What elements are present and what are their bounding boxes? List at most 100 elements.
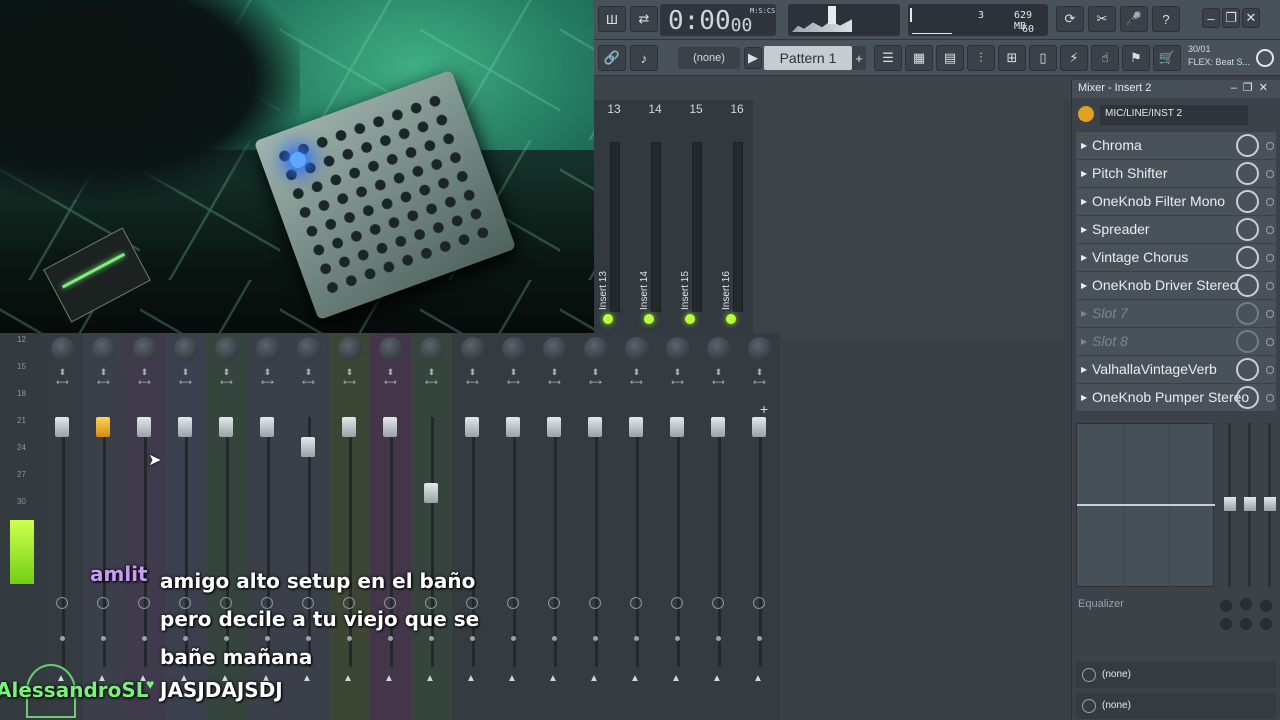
touch-icon[interactable]: ☝	[1091, 45, 1119, 71]
add-pattern-button[interactable]: +	[852, 46, 866, 70]
mix-level-knob[interactable]	[1236, 274, 1259, 297]
mix-level-knob[interactable]	[1236, 190, 1259, 213]
loop-mode-icon[interactable]: ⇄	[630, 6, 658, 32]
pattern-picker[interactable]: (none)	[678, 47, 740, 69]
eq-knob[interactable]	[1240, 618, 1252, 630]
slot-expand-icon[interactable]: ▶	[1081, 253, 1087, 262]
route-icon[interactable]	[138, 597, 150, 609]
slot-enable-dot[interactable]	[1266, 310, 1274, 318]
input-selector[interactable]: MIC/LINE/INST 2	[1100, 105, 1248, 125]
pan-knob[interactable]	[338, 337, 362, 361]
route-icon[interactable]	[507, 597, 519, 609]
pan-knob[interactable]	[748, 337, 772, 361]
restore-icon[interactable]: ❐	[1222, 8, 1240, 28]
insert-enable-led[interactable]	[644, 314, 654, 324]
close-icon[interactable]: ✕	[1242, 8, 1260, 28]
mix-level-knob[interactable]	[1236, 386, 1259, 409]
mix-level-knob[interactable]	[1236, 134, 1259, 157]
pan-knob[interactable]	[502, 337, 526, 361]
mix-level-knob[interactable]	[1236, 330, 1259, 353]
pan-knob[interactable]	[379, 337, 403, 361]
route-icon[interactable]	[753, 597, 765, 609]
mixer-strip[interactable]: ⬍ ⟷ ▲	[575, 333, 616, 720]
insert-channel-top[interactable]: 13 Insert 13	[594, 100, 634, 340]
volume-fader[interactable]	[670, 417, 684, 437]
globe-icon[interactable]	[1256, 49, 1274, 67]
stereo-arrows-icon[interactable]: ⬍ ⟷	[138, 367, 151, 387]
slot-enable-dot[interactable]	[1266, 170, 1274, 178]
slot-enable-dot[interactable]	[1266, 282, 1274, 290]
slot-enable-dot[interactable]	[1266, 366, 1274, 374]
pan-knob[interactable]	[92, 337, 116, 361]
eq-knob[interactable]	[1260, 600, 1272, 612]
stereo-arrows-icon[interactable]: ⬍ ⟷	[671, 367, 684, 387]
recycle-icon[interactable]: ⟳	[1056, 6, 1084, 32]
pattern-name[interactable]: Pattern 1	[764, 46, 852, 70]
stereo-arrows-icon[interactable]: ⬍ ⟷	[589, 367, 602, 387]
volume-fader[interactable]	[711, 417, 725, 437]
effect-slot[interactable]: ▶ Vintage Chorus	[1076, 244, 1276, 271]
output-selector-1[interactable]: (none)	[1076, 662, 1276, 688]
stereo-arrows-icon[interactable]: ⬍ ⟷	[261, 367, 274, 387]
arm-dot[interactable]	[142, 636, 147, 641]
mixer-strip[interactable]: ⬍ ⟷ ▲	[616, 333, 657, 720]
mixer-strip[interactable]: ⬍ ⟷ ▲	[657, 333, 698, 720]
mix-level-knob[interactable]	[1236, 218, 1259, 241]
slot-expand-icon[interactable]: ▶	[1081, 169, 1087, 178]
route-icon[interactable]	[56, 597, 68, 609]
slot-expand-icon[interactable]: ▶	[1081, 365, 1087, 374]
insert-channel-top[interactable]: 16 Insert 16	[717, 100, 757, 340]
arm-dot[interactable]	[511, 636, 516, 641]
route-arrow-icon[interactable]: ▲	[753, 673, 763, 684]
effect-slot[interactable]: ▶ Slot 8	[1076, 328, 1276, 355]
snap-icon[interactable]: Ш	[598, 6, 626, 32]
insert-enable-led[interactable]	[685, 314, 695, 324]
stereo-arrows-icon[interactable]: ⬍ ⟷	[384, 367, 397, 387]
pan-knob[interactable]	[707, 337, 731, 361]
pan-knob[interactable]	[420, 337, 444, 361]
route-icon[interactable]	[671, 597, 683, 609]
arm-dot[interactable]	[634, 636, 639, 641]
effect-slot[interactable]: ▶ ValhallaVintageVerb	[1076, 356, 1276, 383]
shop-icon[interactable]: 🛒	[1153, 45, 1181, 71]
eq-fader-mid[interactable]	[1244, 497, 1256, 511]
eq-knob[interactable]	[1260, 618, 1272, 630]
mixer-strip[interactable]: ⬍ ⟷ ▲	[124, 333, 165, 720]
pan-knob[interactable]	[666, 337, 690, 361]
route-icon[interactable]	[589, 597, 601, 609]
add-track-icon[interactable]: +	[760, 401, 768, 417]
eq-fader-low[interactable]	[1224, 497, 1236, 511]
mixer-strip[interactable]: ⬍ ⟷ ▲	[42, 333, 83, 720]
pan-knob[interactable]	[543, 337, 567, 361]
tempo-icon[interactable]: ⚑	[1122, 45, 1150, 71]
slot-enable-dot[interactable]	[1266, 394, 1274, 402]
slot-enable-dot[interactable]	[1266, 142, 1274, 150]
stereo-arrows-icon[interactable]: ⬍ ⟷	[425, 367, 438, 387]
route-icon[interactable]	[630, 597, 642, 609]
effect-slot[interactable]: ▶ Spreader	[1076, 216, 1276, 243]
route-icon[interactable]	[548, 597, 560, 609]
oscilloscope[interactable]	[788, 4, 900, 36]
route-arrow-icon[interactable]: ▲	[630, 673, 640, 684]
effect-slot[interactable]: ▶ OneKnob Driver Stereo	[1076, 272, 1276, 299]
stereo-arrows-icon[interactable]: ⬍ ⟷	[220, 367, 233, 387]
slot-enable-dot[interactable]	[1266, 198, 1274, 206]
mixer-strip[interactable]: ⬍ ⟷ ▲	[698, 333, 739, 720]
play-arrow-icon[interactable]: ▶	[744, 47, 762, 69]
mix-level-knob[interactable]	[1236, 358, 1259, 381]
mic-icon[interactable]: 🎤	[1120, 6, 1148, 32]
slot-enable-dot[interactable]	[1266, 338, 1274, 346]
output-selector-2[interactable]: (none)	[1076, 693, 1276, 719]
slot-expand-icon[interactable]: ▶	[1081, 281, 1087, 290]
arm-dot[interactable]	[101, 636, 106, 641]
route-arrow-icon[interactable]: ▲	[589, 673, 599, 684]
volume-fader[interactable]	[96, 417, 110, 437]
pan-knob[interactable]	[51, 337, 75, 361]
stereo-arrows-icon[interactable]: ⬍ ⟷	[97, 367, 110, 387]
mix-level-knob[interactable]	[1236, 162, 1259, 185]
slot-expand-icon[interactable]: ▶	[1081, 337, 1087, 346]
stereo-arrows-icon[interactable]: ⬍ ⟷	[548, 367, 561, 387]
volume-fader[interactable]	[588, 417, 602, 437]
volume-fader[interactable]	[383, 417, 397, 437]
effect-slot[interactable]: ▶ Slot 7	[1076, 300, 1276, 327]
